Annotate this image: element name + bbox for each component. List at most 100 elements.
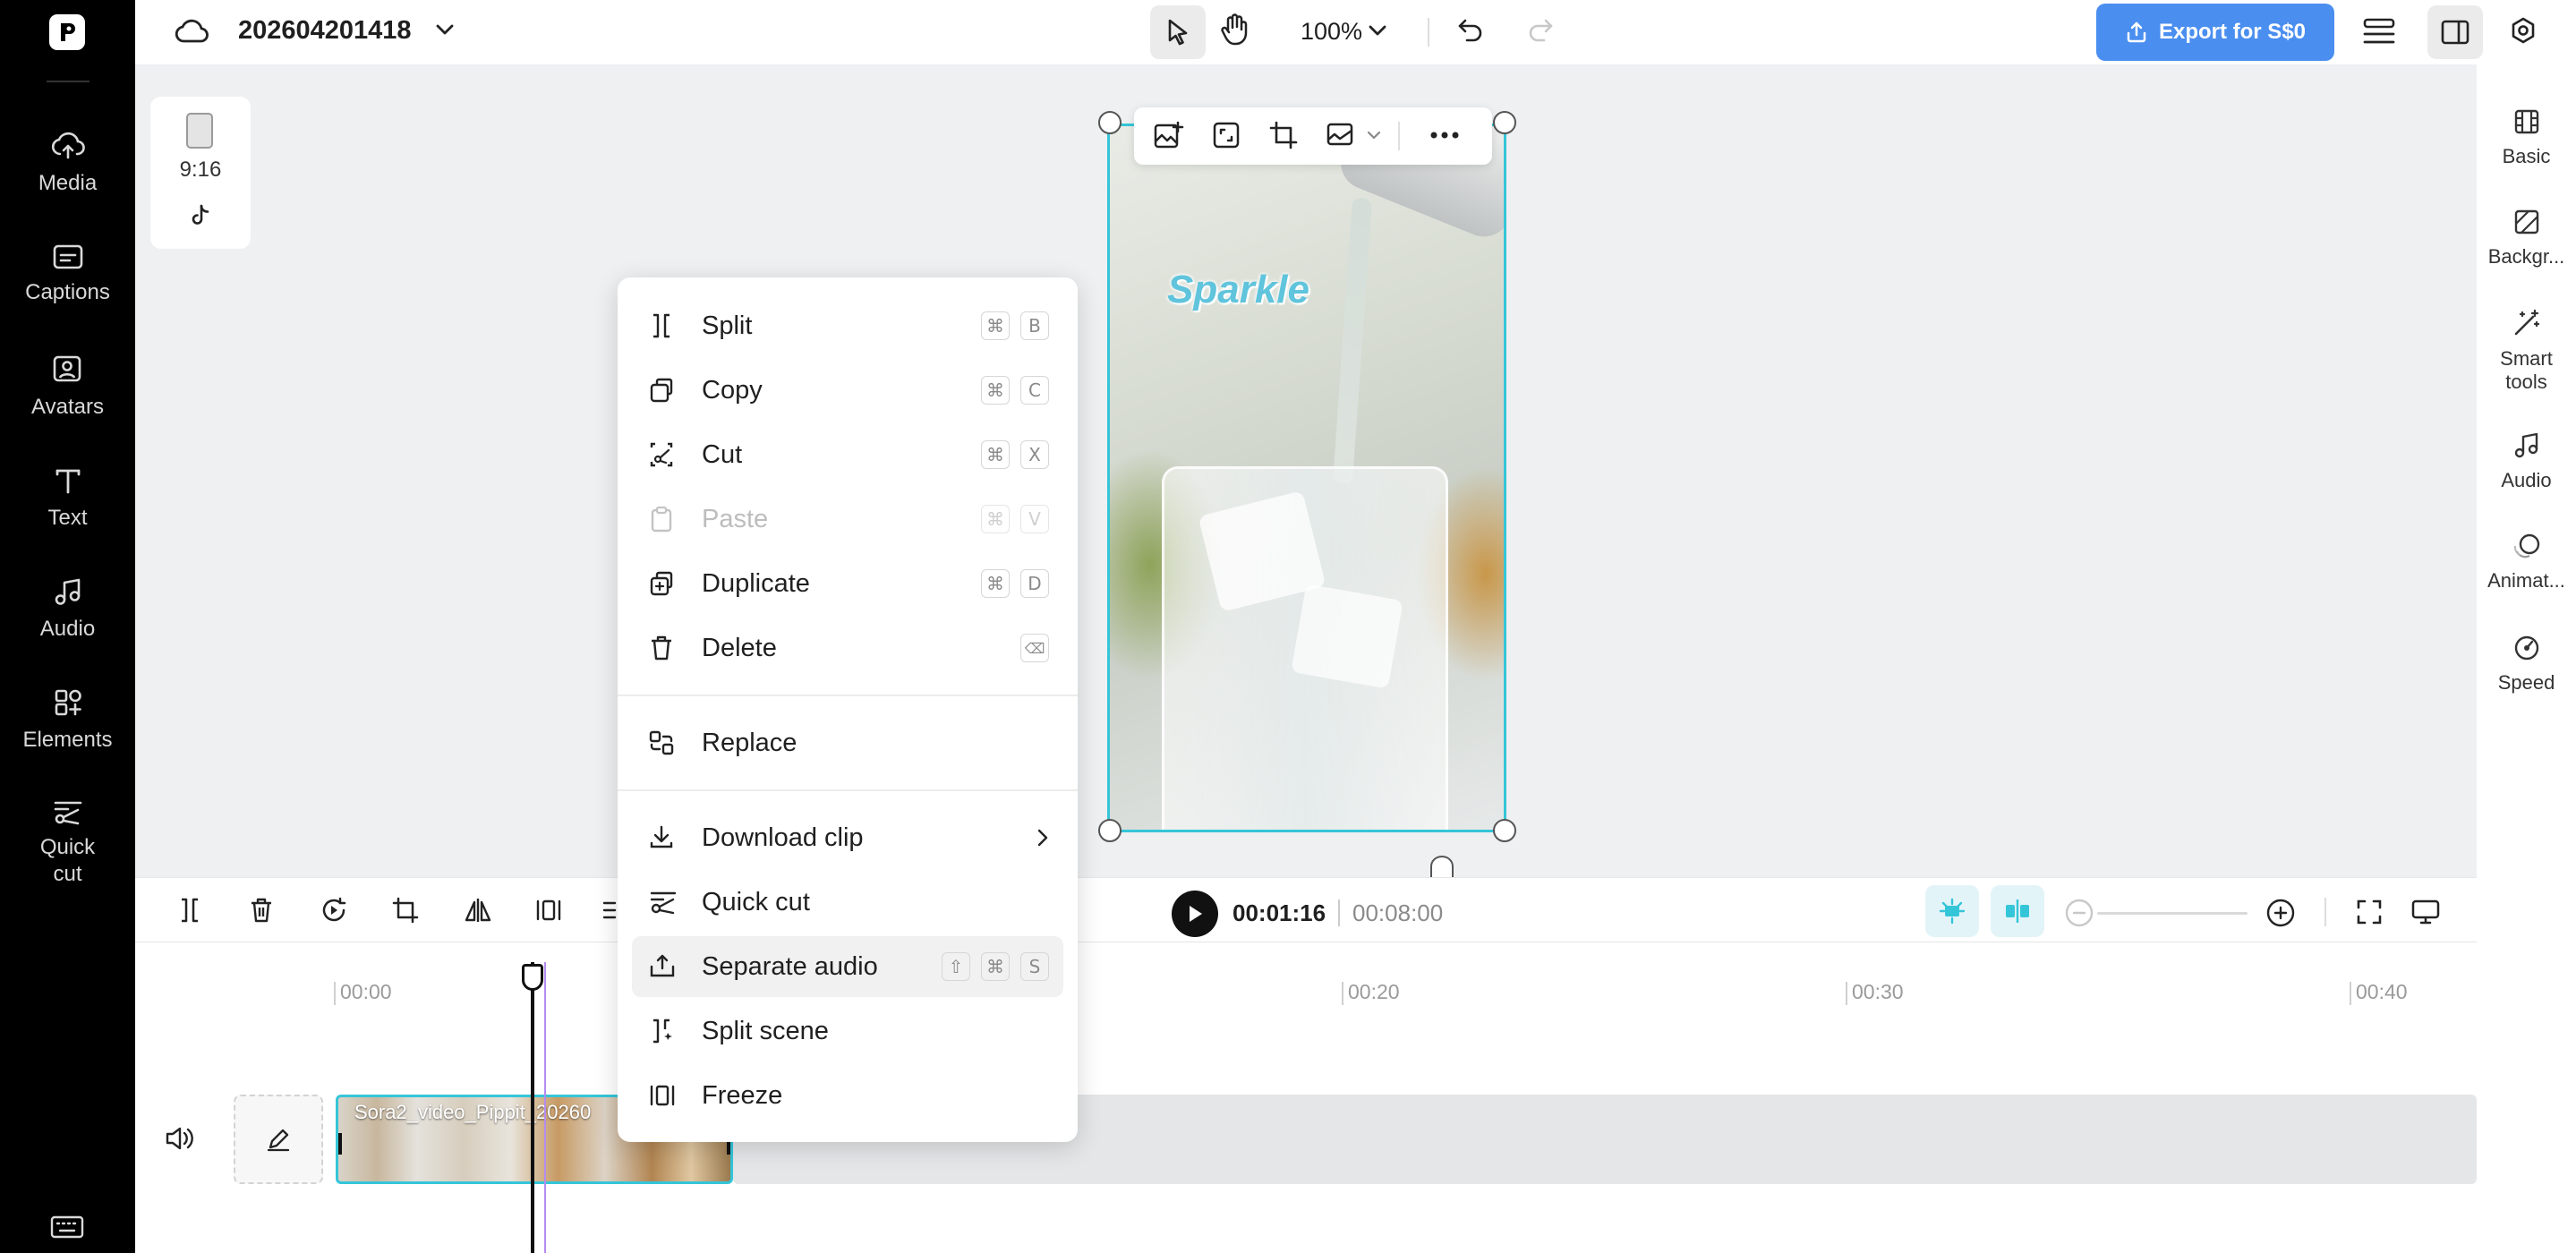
playhead[interactable] <box>531 962 534 1253</box>
crop-button[interactable] <box>1268 120 1299 150</box>
menu-item-freeze[interactable]: Freeze <box>632 1065 1063 1126</box>
menu-item-duplicate[interactable]: Duplicate ⌘ D <box>632 553 1063 614</box>
replace-media-button[interactable] <box>1326 120 1358 150</box>
clip-name: Sora2_video_Pippit_20260 <box>354 1101 592 1123</box>
tiktok-icon[interactable] <box>190 204 211 227</box>
menu-item-copy[interactable]: Copy ⌘ C <box>632 360 1063 421</box>
fit-frame-button[interactable] <box>1211 120 1241 150</box>
sidebar-item-media[interactable]: Media <box>0 131 135 197</box>
right-item-animation[interactable]: Animat... <box>2477 532 2576 592</box>
clip-trim-handle-left[interactable] <box>338 1133 342 1155</box>
chevron-down-icon[interactable] <box>1367 131 1381 140</box>
menu-item-replace[interactable]: Replace <box>632 712 1063 773</box>
cover-edit-button[interactable] <box>234 1095 323 1184</box>
preview-display-button[interactable] <box>2410 898 2441 926</box>
zoom-chevron-down-icon[interactable] <box>1369 25 1386 36</box>
auto-snap-button[interactable] <box>1925 885 1979 937</box>
settings-button[interactable] <box>2507 14 2539 47</box>
project-name[interactable]: 202604201418 <box>238 16 412 46</box>
menu-item-separate-audio[interactable]: Separate audio ⇧ ⌘ S <box>632 936 1063 997</box>
redo-button[interactable] <box>1526 16 1555 45</box>
resize-handle[interactable] <box>1493 111 1516 134</box>
menu-item-label: Split scene <box>702 1016 829 1045</box>
cloud-save-icon[interactable] <box>175 16 209 47</box>
trash-icon <box>252 898 271 923</box>
sidebar-item-label: Audio <box>39 617 96 641</box>
aspect-ratio-label[interactable]: 9:16 <box>150 158 251 183</box>
right-item-smart-tools[interactable]: Smart tools <box>2477 308 2576 394</box>
resize-handle[interactable] <box>1493 819 1516 842</box>
menu-item-download-clip[interactable]: Download clip <box>632 807 1063 868</box>
animation-icon <box>2513 533 2539 558</box>
panel-toggle-button[interactable] <box>2427 5 2483 59</box>
more-tools-button[interactable] <box>602 898 617 923</box>
menu-item-delete[interactable]: Delete ⌫ <box>632 618 1063 678</box>
menu-item-label: Download clip <box>702 823 864 852</box>
select-tool-button[interactable] <box>1150 5 1206 59</box>
sidebar-item-audio[interactable]: Audio <box>0 576 135 643</box>
divider <box>1338 899 1340 926</box>
layers-button[interactable] <box>2361 16 2397 48</box>
right-item-basic[interactable]: Basic <box>2477 107 2576 168</box>
crop-icon <box>392 897 419 924</box>
loop-button[interactable] <box>320 896 348 925</box>
split-button[interactable] <box>176 896 203 925</box>
right-item-audio[interactable]: Audio <box>2477 431 2576 492</box>
sidebar-item-avatars[interactable]: Avatars <box>0 354 135 421</box>
sidebar-item-elements[interactable]: Elements <box>0 687 135 754</box>
more-options-button[interactable] <box>1429 131 1460 140</box>
sidebar-item-quick-cut[interactable]: Quick cut <box>0 798 135 888</box>
zoom-level[interactable]: 100% <box>1301 18 1362 46</box>
fullscreen-button[interactable] <box>2355 898 2384 926</box>
crop-button[interactable] <box>391 896 420 925</box>
add-image-button[interactable] <box>1152 120 1184 152</box>
right-item-label: Speed <box>2497 671 2555 694</box>
shortcut-key: ⌘ <box>981 440 1010 469</box>
menu-item-split-scene[interactable]: Split scene <box>632 1001 1063 1061</box>
duplicate-icon <box>648 569 684 598</box>
menu-separator <box>618 695 1078 696</box>
resize-handle[interactable] <box>1098 111 1122 134</box>
keyboard-shortcuts-button[interactable] <box>50 1215 84 1239</box>
quick-cut-icon <box>648 889 684 916</box>
hand-tool-button[interactable] <box>1220 13 1250 47</box>
top-bar: 202604201418 100% Export for S$0 <box>135 0 2576 64</box>
pour-stream <box>1332 197 1373 485</box>
sidebar-item-text[interactable]: Text <box>0 465 135 532</box>
menu-item-cut[interactable]: Cut ⌘ X <box>632 424 1063 485</box>
rotate-handle[interactable] <box>1430 856 1454 877</box>
zoom-out-button[interactable] <box>2064 898 2094 928</box>
context-menu: Split ⌘ B Copy ⌘ C Cut ⌘ X Paste ⌘ V Duplica… <box>618 277 1078 1142</box>
split-align-button[interactable] <box>1991 885 2044 937</box>
monitor-icon <box>2411 899 2440 925</box>
menu-item-quick-cut[interactable]: Quick cut <box>632 872 1063 933</box>
delete-button[interactable] <box>248 896 275 925</box>
chevron-down-icon[interactable] <box>435 23 455 36</box>
fullscreen-icon <box>2357 899 2382 925</box>
phone-ratio-icon[interactable] <box>186 113 213 149</box>
resize-handle[interactable] <box>1098 819 1122 842</box>
menu-item-split[interactable]: Split ⌘ B <box>632 295 1063 356</box>
zoom-in-button[interactable] <box>2265 898 2296 928</box>
app-logo[interactable] <box>49 14 85 50</box>
zoom-slider[interactable] <box>2097 912 2248 915</box>
timeline-toolbar: 00:01:16 00:08:00 <box>135 877 2477 942</box>
right-item-speed[interactable]: Speed <box>2477 634 2576 695</box>
overlay-text[interactable]: Sparkle <box>1167 268 1309 312</box>
divider <box>47 81 90 82</box>
copy-icon <box>648 376 684 405</box>
left-sidebar: Media Captions Avatars Text Audio Elemen… <box>0 0 148 1253</box>
shortcut-key: ⌘ <box>981 952 1010 981</box>
ruler-label: 00:40 <box>2356 980 2408 1003</box>
video-preview[interactable]: Sparkle <box>1107 124 1506 832</box>
freeze-button[interactable] <box>534 896 563 925</box>
play-button[interactable] <box>1172 891 1218 937</box>
undo-button[interactable] <box>1456 16 1485 45</box>
sidebar-item-captions[interactable]: Captions <box>0 243 135 306</box>
flip-button[interactable] <box>463 896 493 925</box>
export-button[interactable]: Export for S$0 <box>2096 4 2334 61</box>
playhead-handle[interactable] <box>522 964 543 991</box>
track-mute-button[interactable] <box>164 1125 194 1152</box>
right-item-background[interactable]: Backgr... <box>2477 208 2576 268</box>
align-icon <box>2006 899 2029 923</box>
